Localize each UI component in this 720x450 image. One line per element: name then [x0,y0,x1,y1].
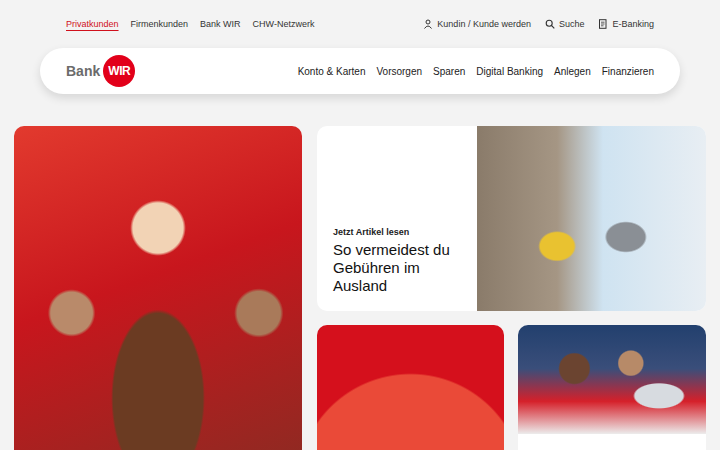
main-navigation: BankWIR Konto & Karten Vorsorgen Sparen Digi… [40,48,680,94]
segment-link[interactable]: Firmenkunden [131,17,189,31]
ebanking-link[interactable]: E-Banking [598,19,654,29]
search-link[interactable]: Suche [545,19,585,29]
nav-item[interactable]: Digital Banking [476,66,543,77]
segment-link[interactable]: Privatkunden [66,17,119,31]
logo-badge: WIR [103,55,135,87]
nav-item[interactable]: Finanzieren [602,66,654,77]
action-label[interactable]: Suche [559,19,585,29]
segment-nav: Privatkunden Firmenkunden Bank WIR CHW-Netz… [66,17,314,31]
content-grid: Jetzt Artikel lesen So vermeidest du Gebü… [0,126,720,450]
action-label[interactable]: E-Banking [612,19,654,29]
utility-actions: Kundin / Kunde werden Suche E-Banking [423,19,654,29]
action-label[interactable]: Kundin / Kunde werden [437,19,531,29]
photo-card[interactable] [518,325,706,450]
nav-items: Konto & Karten Vorsorgen Sparen Digital Ban… [298,66,654,77]
right-column: Jetzt Artikel lesen So vermeidest du Gebü… [317,126,706,450]
teaser-title[interactable]: So vermeidest du Gebühren im Ausland [333,241,463,295]
nav-item[interactable]: Anlegen [554,66,591,77]
person-icon [423,19,433,29]
ebanking-icon [598,19,608,29]
teaser-photo [477,126,706,311]
segment-link[interactable]: CHW-Netzwerk [253,17,315,31]
bank-wir-logo[interactable]: BankWIR [66,55,135,87]
logo-text: Bank [66,63,100,79]
nav-item[interactable]: Konto & Karten [298,66,366,77]
hero-photo[interactable] [14,126,302,450]
nav-item[interactable]: Sparen [433,66,465,77]
teaser-kicker[interactable]: Jetzt Artikel lesen [333,227,463,237]
person-link[interactable]: Kundin / Kunde werden [423,19,531,29]
article-teaser[interactable]: Jetzt Artikel lesen So vermeidest du Gebü… [317,126,706,311]
utility-bar: Privatkunden Firmenkunden Bank WIR CHW-Netz… [0,0,720,48]
nav-item[interactable]: Vorsorgen [376,66,422,77]
teaser-text: Jetzt Artikel lesen So vermeidest du Gebü… [317,126,477,311]
card-row [317,325,706,450]
search-icon [545,19,555,29]
card-photo [518,325,706,434]
red-card[interactable] [317,325,504,450]
segment-link[interactable]: Bank WIR [200,17,241,31]
